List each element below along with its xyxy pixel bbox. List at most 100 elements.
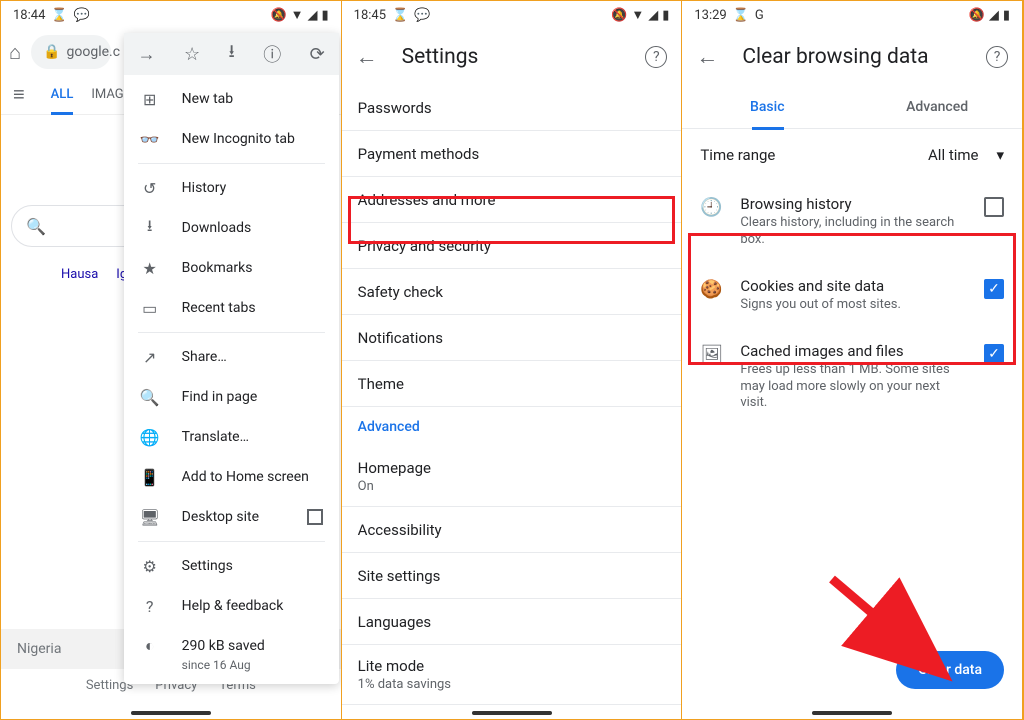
- whatsapp-icon: 💬: [74, 8, 90, 23]
- hourglass-icon: ⌛: [392, 8, 408, 23]
- desktop-checkbox[interactable]: [307, 509, 323, 525]
- desktop-icon: 🖥: [140, 508, 160, 527]
- download-icon[interactable]: ⭳: [229, 39, 235, 69]
- status-time: 18:45: [354, 8, 386, 23]
- battery-icon: ▮: [1003, 8, 1010, 23]
- time-range-label: Time range: [700, 146, 775, 164]
- item-browsing-history[interactable]: 🕘 Browsing history Clears history, inclu…: [682, 181, 1022, 263]
- settings-appbar: ← Settings ?: [342, 29, 682, 85]
- panel-settings: 18:45 ⌛ 💬 🔕 ▼ ◢ ▮ ← Settings ? Passwords…: [342, 1, 683, 719]
- hourglass-icon: ⌛: [51, 8, 67, 23]
- menu-share[interactable]: ↗Share…: [124, 337, 339, 377]
- hamburger-icon[interactable]: ≡: [13, 82, 25, 107]
- clear-appbar: ← Clear browsing data ?: [682, 29, 1022, 85]
- tab-all[interactable]: ALL: [51, 87, 74, 115]
- settings-list: Passwords Payment methods Addresses and …: [342, 85, 682, 719]
- item-cache[interactable]: 🖼 Cached images and files Frees up less …: [682, 328, 1022, 427]
- nav-handle[interactable]: [472, 711, 552, 715]
- time-range-row[interactable]: Time range All time ▾: [682, 129, 1022, 181]
- lock-icon: 🔒: [43, 44, 60, 60]
- battery-icon: ▮: [662, 8, 669, 23]
- home-icon[interactable]: ⌂: [9, 40, 21, 65]
- info-icon[interactable]: ⓘ: [263, 41, 281, 67]
- tab-basic[interactable]: Basic: [682, 85, 852, 128]
- help-icon[interactable]: ?: [645, 46, 667, 68]
- menu-history[interactable]: ↺History: [124, 168, 339, 208]
- menu-translate[interactable]: 🌐Translate…: [124, 417, 339, 457]
- browser-menu: → ☆ ⭳ ⓘ ⟳ ⊞New tab 👓New Incognito tab ↺H…: [124, 33, 339, 684]
- checkbox-cookies[interactable]: ✓: [984, 279, 1004, 299]
- menu-home-screen[interactable]: 📱Add to Home screen: [124, 457, 339, 497]
- search-icon: 🔍: [26, 217, 46, 236]
- menu-help[interactable]: ?Help & feedback: [124, 586, 339, 626]
- whatsapp-icon: 💬: [414, 8, 430, 23]
- menu-desktop[interactable]: 🖥Desktop site: [124, 497, 339, 537]
- item-cookies[interactable]: 🍪 Cookies and site data Signs you out of…: [682, 263, 1022, 328]
- item-languages[interactable]: Languages: [342, 599, 682, 645]
- signal-icon: ◢: [308, 8, 318, 23]
- page-title: Settings: [402, 45, 479, 69]
- menu-bookmarks[interactable]: ★Bookmarks: [124, 248, 339, 288]
- url-bar[interactable]: 🔒 google.c: [31, 35, 111, 69]
- menu-recent[interactable]: ▭Recent tabs: [124, 288, 339, 328]
- image-icon: 🖼: [700, 344, 722, 365]
- google-icon: G: [755, 8, 764, 23]
- wifi-icon: ▼: [631, 7, 644, 23]
- menu-new-tab[interactable]: ⊞New tab: [124, 79, 339, 119]
- advanced-header: Advanced: [342, 407, 682, 447]
- status-time: 18:44: [13, 8, 45, 23]
- add-home-icon: 📱: [140, 468, 160, 487]
- share-icon: ↗: [140, 348, 160, 367]
- item-homepage[interactable]: HomepageOn: [342, 447, 682, 507]
- tab-bar: Basic Advanced: [682, 85, 1022, 129]
- panel-clear-data: 13:29 ⌛ G 🔕 ◢ ▮ ← Clear browsing data ? …: [682, 1, 1023, 719]
- menu-downloads[interactable]: ⭳Downloads: [124, 208, 339, 248]
- wifi-icon: ▼: [291, 7, 304, 23]
- back-icon[interactable]: ←: [356, 44, 378, 70]
- menu-incognito[interactable]: 👓New Incognito tab: [124, 119, 339, 159]
- cookie-icon: 🍪: [700, 279, 722, 300]
- lang-hausa[interactable]: Hausa: [61, 267, 98, 282]
- recent-icon: ▭: [140, 299, 160, 318]
- clock-icon: 🕘: [700, 197, 722, 218]
- nav-handle[interactable]: [131, 711, 211, 715]
- menu-top-row: → ☆ ⭳ ⓘ ⟳: [124, 33, 339, 75]
- plus-icon: ⊞: [140, 90, 160, 109]
- status-time: 13:29: [694, 8, 726, 23]
- item-notifications[interactable]: Notifications: [342, 315, 682, 361]
- item-privacy[interactable]: Privacy and security: [342, 223, 682, 269]
- time-range-dropdown[interactable]: All time ▾: [928, 146, 1004, 164]
- reload-icon[interactable]: ⟳: [310, 44, 325, 65]
- checkbox-cache[interactable]: ✓: [984, 344, 1004, 364]
- menu-settings[interactable]: ⚙Settings: [124, 546, 339, 586]
- star-icon[interactable]: ☆: [184, 44, 200, 65]
- item-accessibility[interactable]: Accessibility: [342, 507, 682, 553]
- item-payment[interactable]: Payment methods: [342, 131, 682, 177]
- url-text: google.c: [67, 44, 121, 60]
- checkbox-history[interactable]: [984, 197, 1004, 217]
- translate-icon: 🌐: [140, 428, 160, 447]
- signal-icon: ◢: [989, 8, 999, 23]
- history-icon: ↺: [140, 179, 160, 198]
- back-icon[interactable]: ←: [696, 44, 718, 70]
- find-icon: 🔍: [140, 388, 160, 407]
- arrow-annotation: [822, 569, 962, 689]
- panel-browser-menu: 18:44 ⌛ 💬 🔕 ▼ ◢ ▮ ⌂ 🔒 google.c ≡ ALL IMA…: [1, 1, 342, 719]
- item-addresses[interactable]: Addresses and more: [342, 177, 682, 223]
- signal-icon: ◢: [648, 8, 658, 23]
- item-lite-mode[interactable]: Lite mode1% data savings: [342, 645, 682, 705]
- tab-advanced[interactable]: Advanced: [852, 85, 1022, 128]
- status-bar: 18:44 ⌛ 💬 🔕 ▼ ◢ ▮: [1, 1, 341, 29]
- forward-icon[interactable]: →: [138, 44, 156, 65]
- data-saved-sub: since 16 Aug: [124, 658, 339, 672]
- hourglass-icon: ⌛: [733, 8, 749, 23]
- item-site-settings[interactable]: Site settings: [342, 553, 682, 599]
- item-passwords[interactable]: Passwords: [342, 85, 682, 131]
- item-theme[interactable]: Theme: [342, 361, 682, 407]
- mute-icon: 🔕: [270, 8, 286, 23]
- menu-find[interactable]: 🔍Find in page: [124, 377, 339, 417]
- nav-handle[interactable]: [812, 711, 892, 715]
- gear-icon: ⚙: [140, 557, 160, 576]
- item-safety[interactable]: Safety check: [342, 269, 682, 315]
- help-icon[interactable]: ?: [986, 46, 1008, 68]
